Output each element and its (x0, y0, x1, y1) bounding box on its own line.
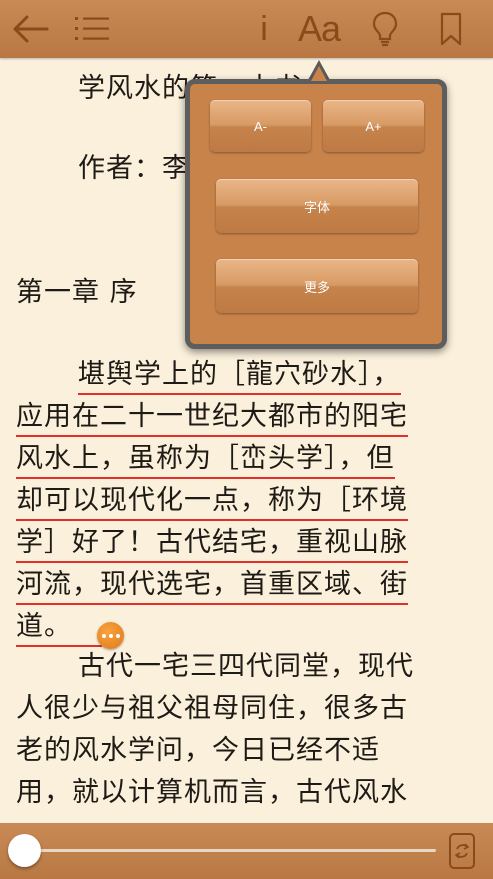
lightbulb-icon[interactable] (370, 10, 400, 48)
slider-knob[interactable] (8, 834, 41, 867)
font-typeface-label: 字体 (303, 199, 330, 215)
highlighted-text-line[interactable]: 道。 (16, 604, 102, 647)
paragraph-line: 老的风水学问，今日已经不适 (16, 735, 380, 766)
back-arrow-icon[interactable] (10, 10, 50, 48)
highlighted-text-line[interactable]: 却可以现代化一点，称为［环境 (16, 478, 408, 521)
font-settings-label: Aa (297, 8, 341, 49)
decrease-font-label: A- (254, 118, 267, 134)
highlighted-text-line[interactable]: 堪舆学上的［龍穴砂水］， (78, 352, 401, 395)
popover-arrow-inner (311, 66, 327, 81)
page-progress-slider[interactable] (22, 849, 436, 852)
top-toolbar: i Aa (0, 0, 493, 58)
info-icon[interactable]: i (252, 10, 276, 48)
more-settings-button[interactable]: 更多 (216, 259, 418, 313)
highlighted-text-line[interactable]: 河流，现代选宅，首重区域、街 (16, 562, 408, 605)
bookmark-icon[interactable] (436, 10, 466, 48)
highlighted-text-line[interactable]: 学］好了！古代结宅，重视山脉 (16, 520, 408, 563)
font-settings-button[interactable]: Aa (296, 10, 342, 48)
paragraph-line: 用，就以计算机而言，古代风水 (16, 777, 408, 808)
rotation-lock-icon[interactable] (448, 832, 476, 870)
note-more-icon[interactable] (97, 622, 124, 649)
author-line: 作者：李 (78, 153, 190, 184)
decrease-font-button[interactable]: A- (210, 100, 311, 152)
font-typeface-button[interactable]: 字体 (216, 179, 418, 233)
more-settings-label: 更多 (303, 279, 330, 295)
highlighted-text-line[interactable]: 应用在二十一世纪大都市的阳宅 (16, 394, 408, 437)
chapter-heading: 第一章 序 (16, 277, 138, 308)
table-of-contents-icon[interactable] (72, 10, 112, 48)
paragraph-line: 人很少与祖父祖母同住，很多古 (16, 693, 408, 724)
paragraph-line: 古代一宅三四代同堂，现代 (78, 651, 414, 682)
bottom-toolbar (0, 823, 493, 879)
highlighted-text-line[interactable]: 风水上，虽称为［峦头学］，但 (16, 436, 395, 479)
increase-font-button[interactable]: A+ (323, 100, 424, 152)
increase-font-label: A+ (365, 118, 382, 134)
info-label: i (260, 10, 268, 48)
font-settings-popover: A- A+ 字体 更多 (185, 79, 447, 349)
